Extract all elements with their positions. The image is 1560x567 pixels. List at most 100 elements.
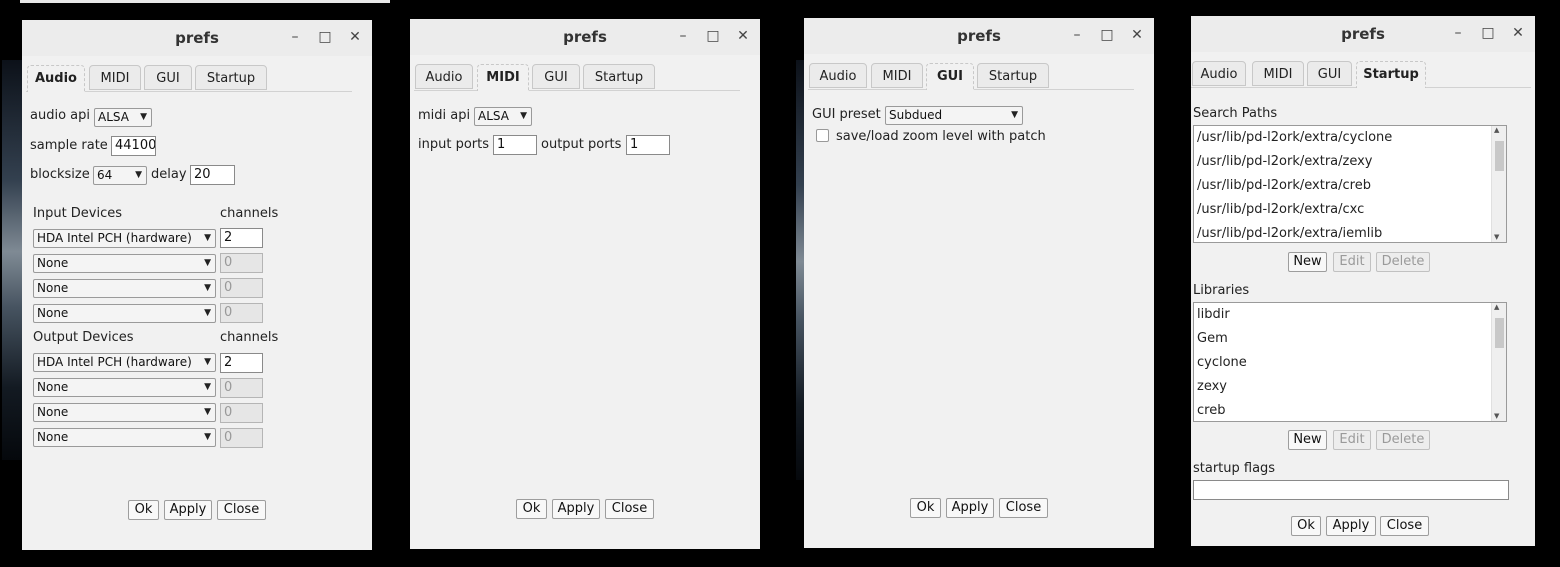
tab-audio[interactable]: Audio xyxy=(809,63,867,88)
input-device-select-3[interactable]: None ▼ xyxy=(33,279,216,298)
minimize-icon[interactable]: – xyxy=(1449,24,1467,42)
output-channels-header: channels xyxy=(220,330,279,345)
tab-gui[interactable]: GUI xyxy=(1307,61,1352,86)
desktop: { "window_title": "prefs", "controls": {… xyxy=(0,0,1560,567)
close-button[interactable]: Close xyxy=(605,499,654,519)
prefs-window-audio: prefs – □ ✕ Audio MIDI GUI Startup audio… xyxy=(22,20,372,550)
minimize-icon[interactable]: – xyxy=(1068,26,1086,44)
title-bar[interactable]: prefs – □ ✕ xyxy=(1191,16,1535,52)
input-device-select-1[interactable]: HDA Intel PCH (hardware) ▼ xyxy=(33,229,216,248)
close-button[interactable]: Close xyxy=(999,498,1048,518)
input-device-select-4[interactable]: None ▼ xyxy=(33,304,216,323)
midi-api-select[interactable]: ALSA ▼ xyxy=(474,107,532,126)
output-device-select-4[interactable]: None ▼ xyxy=(33,428,216,447)
maximize-icon[interactable]: □ xyxy=(1479,24,1497,42)
close-icon[interactable]: ✕ xyxy=(1509,24,1527,42)
output-channels-field-1[interactable]: 2 xyxy=(220,353,263,373)
search-paths-label: Search Paths xyxy=(1193,106,1278,121)
input-channels-field-3: 0 xyxy=(220,278,263,298)
maximize-icon[interactable]: □ xyxy=(704,27,722,45)
zoom-label: save/load zoom level with patch xyxy=(836,129,1046,144)
scrollbar-thumb[interactable] xyxy=(1495,318,1504,348)
minimize-icon[interactable]: – xyxy=(674,27,692,45)
maximize-icon[interactable]: □ xyxy=(1098,26,1116,44)
list-item[interactable]: Gem xyxy=(1197,331,1228,346)
startup-flags-label: startup flags xyxy=(1193,461,1276,476)
ok-button[interactable]: Ok xyxy=(516,499,547,519)
new-path-button[interactable]: New xyxy=(1288,252,1327,272)
list-item[interactable]: libdir xyxy=(1197,307,1230,322)
output-device-select-3[interactable]: None ▼ xyxy=(33,403,216,422)
list-item[interactable]: zexy xyxy=(1197,379,1227,394)
input-ports-field[interactable]: 1 xyxy=(493,135,537,155)
scroll-down-icon[interactable]: ▼ xyxy=(1494,233,1499,241)
output-ports-field[interactable]: 1 xyxy=(626,135,670,155)
input-channels-field-1[interactable]: 2 xyxy=(220,228,263,248)
startup-flags-field[interactable] xyxy=(1193,480,1509,500)
list-item[interactable]: creb xyxy=(1197,403,1225,418)
scrollbar[interactable]: ▲ ▼ xyxy=(1491,303,1506,421)
tab-startup[interactable]: Startup xyxy=(977,63,1049,88)
list-item[interactable]: cyclone xyxy=(1197,355,1247,370)
close-icon[interactable]: ✕ xyxy=(346,28,364,46)
tab-startup[interactable]: Startup xyxy=(1356,61,1426,88)
scroll-down-icon[interactable]: ▼ xyxy=(1494,412,1499,420)
input-device-select-2[interactable]: None ▼ xyxy=(33,254,216,273)
output-device-select-1[interactable]: HDA Intel PCH (hardware) ▼ xyxy=(33,353,216,372)
close-icon[interactable]: ✕ xyxy=(734,27,752,45)
input-channels-header: channels xyxy=(220,206,279,221)
audio-api-select[interactable]: ALSA ▼ xyxy=(94,108,152,127)
prefs-window-midi: prefs – □ ✕ Audio MIDI GUI Startup midi … xyxy=(410,19,760,549)
close-button[interactable]: Close xyxy=(1380,516,1429,536)
delay-field[interactable]: 20 xyxy=(190,165,235,185)
dropdown-arrow-icon: ▼ xyxy=(520,111,527,121)
tab-midi[interactable]: MIDI xyxy=(871,63,923,88)
tab-audio[interactable]: Audio xyxy=(415,64,473,89)
list-item[interactable]: /usr/lib/pd-l2ork/extra/zexy xyxy=(1197,154,1373,169)
tab-midi[interactable]: MIDI xyxy=(1252,61,1304,86)
scroll-up-icon[interactable]: ▲ xyxy=(1494,126,1499,134)
output-channels-field-2: 0 xyxy=(220,378,263,398)
tab-gui[interactable]: GUI xyxy=(144,65,192,90)
title-bar[interactable]: prefs – □ ✕ xyxy=(804,18,1154,54)
tab-gui[interactable]: GUI xyxy=(926,63,974,90)
tab-startup[interactable]: Startup xyxy=(195,65,267,90)
ok-button[interactable]: Ok xyxy=(1291,516,1321,536)
new-library-button[interactable]: New xyxy=(1288,430,1327,450)
scrollbar-thumb[interactable] xyxy=(1495,141,1504,171)
list-item[interactable]: /usr/lib/pd-l2ork/extra/iemlib xyxy=(1197,226,1382,241)
tab-midi[interactable]: MIDI xyxy=(89,65,141,90)
tab-audio[interactable]: Audio xyxy=(27,65,85,92)
zoom-checkbox[interactable] xyxy=(816,129,829,142)
apply-button[interactable]: Apply xyxy=(164,500,212,520)
gui-preset-select[interactable]: Subdued ▼ xyxy=(885,106,1023,125)
output-device-select-2[interactable]: None ▼ xyxy=(33,378,216,397)
list-item[interactable]: /usr/lib/pd-l2ork/extra/cxc xyxy=(1197,202,1364,217)
tab-startup[interactable]: Startup xyxy=(583,64,655,89)
tab-audio[interactable]: Audio xyxy=(1192,61,1246,86)
blocksize-select[interactable]: 64 ▼ xyxy=(93,166,147,185)
search-paths-list[interactable]: /usr/lib/pd-l2ork/extra/cyclone /usr/lib… xyxy=(1193,125,1507,243)
title-bar[interactable]: prefs – □ ✕ xyxy=(22,20,372,56)
libraries-list[interactable]: libdir Gem cyclone zexy creb ▲ ▼ xyxy=(1193,302,1507,422)
minimize-icon[interactable]: – xyxy=(286,28,304,46)
sample-rate-field[interactable]: 44100 xyxy=(111,136,156,156)
apply-button[interactable]: Apply xyxy=(1326,516,1376,536)
ok-button[interactable]: Ok xyxy=(128,500,159,520)
scroll-up-icon[interactable]: ▲ xyxy=(1494,303,1499,311)
apply-button[interactable]: Apply xyxy=(552,499,600,519)
input-device-3: None xyxy=(37,281,69,295)
close-icon[interactable]: ✕ xyxy=(1128,26,1146,44)
tab-gui[interactable]: GUI xyxy=(532,64,580,89)
list-item[interactable]: /usr/lib/pd-l2ork/extra/creb xyxy=(1197,178,1371,193)
close-button[interactable]: Close xyxy=(217,500,266,520)
scrollbar[interactable]: ▲ ▼ xyxy=(1491,126,1506,242)
midi-api-value: ALSA xyxy=(478,109,509,123)
apply-button[interactable]: Apply xyxy=(946,498,994,518)
delete-library-button: Delete xyxy=(1376,430,1430,450)
tab-midi[interactable]: MIDI xyxy=(477,64,529,91)
title-bar[interactable]: prefs – □ ✕ xyxy=(410,19,760,55)
maximize-icon[interactable]: □ xyxy=(316,28,334,46)
list-item[interactable]: /usr/lib/pd-l2ork/extra/cyclone xyxy=(1197,130,1392,145)
ok-button[interactable]: Ok xyxy=(910,498,941,518)
